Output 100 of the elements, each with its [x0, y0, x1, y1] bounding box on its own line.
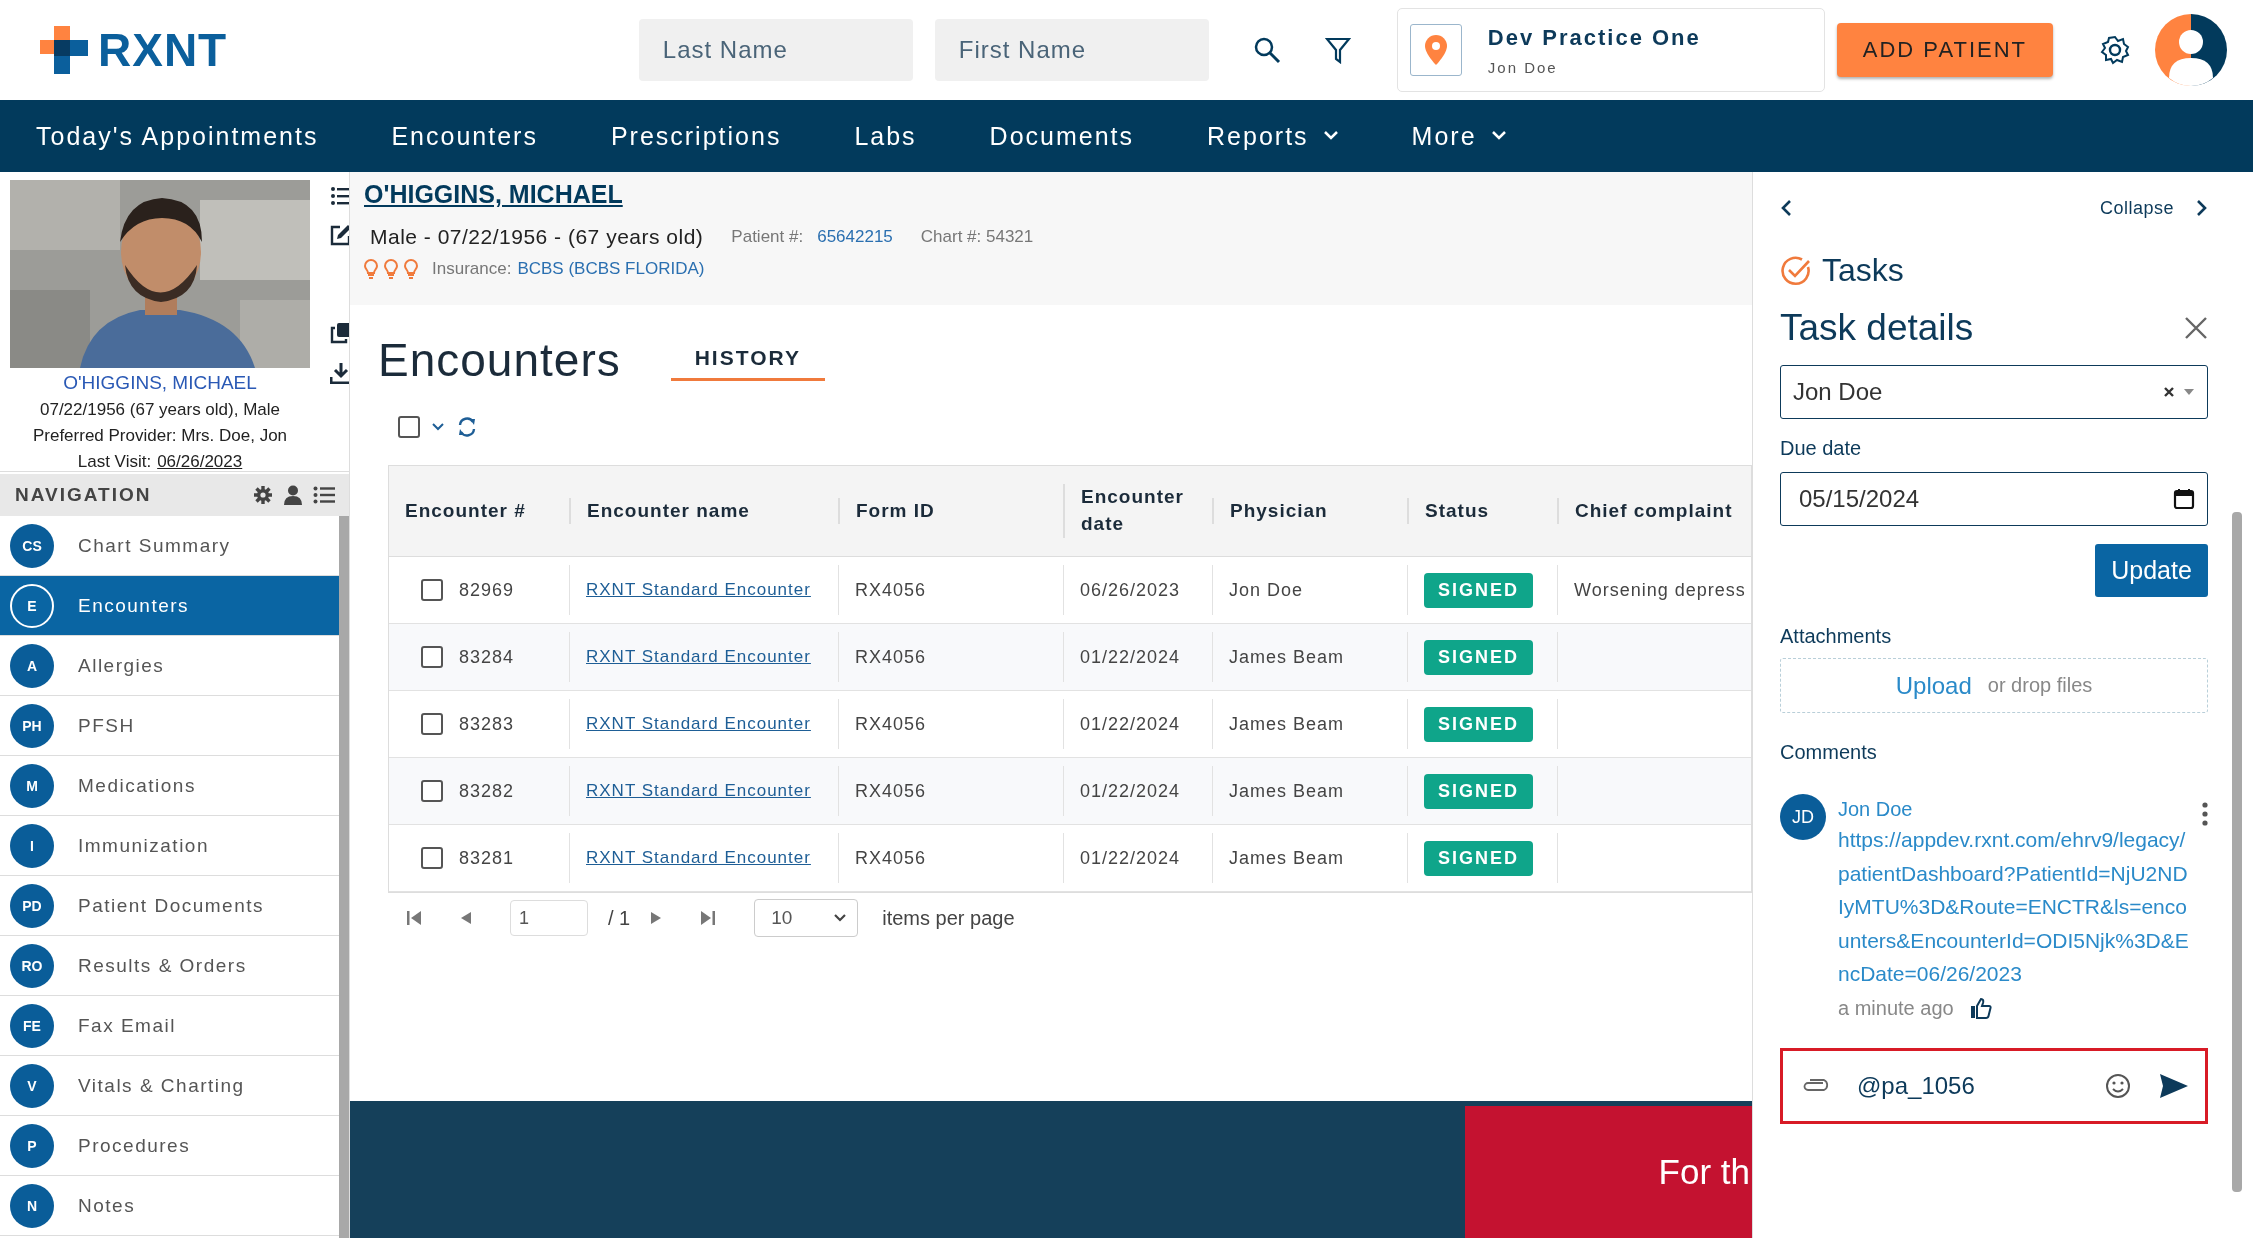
upload-link[interactable]: Upload [1895, 671, 1972, 700]
physician-name: Jon Doe [1229, 579, 1304, 601]
forward-icon[interactable] [2196, 199, 2208, 217]
nav-menu-item[interactable]: Encounters [391, 121, 538, 151]
nav-menu-item[interactable]: Today's Appointments [36, 121, 319, 151]
send-icon[interactable] [2159, 1072, 2189, 1099]
list-icon[interactable] [330, 186, 349, 206]
copy-icon[interactable] [330, 322, 349, 344]
clear-icon[interactable] [2163, 386, 2175, 398]
encounter-name-link[interactable]: RXNT Standard Encounter [586, 580, 811, 600]
select-all-checkbox[interactable] [398, 416, 420, 438]
calendar-icon[interactable] [2173, 488, 2195, 510]
patient-name-link[interactable]: O'HIGGINS, MICHAEL [364, 180, 1738, 209]
status-badge: SIGNED [1424, 572, 1533, 608]
page-size-select[interactable]: 10 [754, 899, 859, 937]
collapse-button[interactable]: Collapse [2093, 196, 2180, 220]
settings-icon[interactable] [253, 485, 273, 505]
search-icon[interactable] [1252, 36, 1281, 64]
preferred-provider: Preferred Provider: Mrs. Doe, Jon [32, 426, 288, 446]
due-date-label: Due date [1780, 437, 1863, 460]
chart-number: Chart #: 54321 [920, 227, 1034, 247]
last-visit: Last Visit: 06/26/2023 [77, 452, 243, 472]
logo-text: RXNT [98, 23, 228, 77]
last-page-icon[interactable] [700, 910, 717, 926]
status-badge: SIGNED [1424, 773, 1533, 809]
practice-name: Dev Practice One [1487, 24, 1701, 51]
navigation-item[interactable]: E Encounters [0, 576, 340, 636]
next-page-icon[interactable] [650, 911, 663, 925]
insurance-label: Insurance: [432, 259, 512, 279]
check-circle-icon [1780, 254, 1812, 287]
encounter-name-link[interactable]: RXNT Standard Encounter [586, 647, 811, 667]
settings-icon[interactable] [2099, 34, 2131, 66]
nav-menu-item[interactable]: Prescriptions [610, 121, 782, 151]
column-header: Status [1407, 497, 1557, 525]
list-icon[interactable] [313, 486, 335, 504]
nav-menu-item[interactable]: More [1411, 121, 1507, 151]
encounter-date: 01/22/2024 [1080, 646, 1181, 668]
refresh-icon[interactable] [456, 416, 478, 438]
close-icon[interactable] [2184, 316, 2208, 340]
comment-text[interactable]: https://appdev.rxnt.com/ehrv9/legacy/patientDashboard?PatientId=NjU2NDIyMTU%3D&Route=ENCTR&ls=encounters&EncounterId=ODI5Njk%3D&EncDate=06/26/2023 [1838, 823, 2190, 991]
scrollbar[interactable] [2232, 512, 2242, 1192]
column-header: Form ID [838, 497, 1063, 525]
encounter-number: 83282 [459, 780, 515, 802]
page-number-field[interactable]: 1 [510, 900, 588, 936]
form-id: RX4056 [855, 713, 927, 735]
promo-banner[interactable]: For th [1465, 1106, 1752, 1238]
encounter-date: 01/22/2024 [1080, 713, 1181, 735]
practice-selector[interactable]: Dev Practice One Jon Doe [1396, 8, 1825, 92]
file-drop-zone[interactable]: Upload or drop files [1780, 658, 2208, 713]
caret-icon [833, 913, 848, 923]
previous-page-icon[interactable] [460, 911, 472, 925]
due-date-field[interactable]: 05/15/2024 [1780, 472, 2208, 526]
page-size-label: items per page [882, 906, 1015, 930]
encounter-date: 06/26/2023 [1080, 579, 1181, 601]
filter-icon[interactable] [1324, 36, 1351, 64]
page-title: Encounters [378, 333, 621, 387]
encounter-name-link[interactable]: RXNT Standard Encounter [586, 714, 811, 734]
scrollbar[interactable] [339, 516, 349, 1238]
insurance-link[interactable]: BCBS (BCBS FLORIDA) [517, 259, 705, 279]
form-id: RX4056 [855, 847, 927, 869]
more-options-icon[interactable] [2202, 802, 2208, 826]
row-checkbox[interactable] [421, 646, 443, 668]
lightbulb-icon [384, 259, 398, 279]
user-avatar-icon[interactable] [2155, 14, 2227, 86]
patient-name-link[interactable]: O'HIGGINS, MICHAEL [63, 372, 257, 394]
first-name-field[interactable]: First Name [934, 19, 1209, 81]
row-checkbox[interactable] [421, 780, 443, 802]
nav-menu-item[interactable]: Documents [989, 121, 1135, 151]
paperclip-icon[interactable] [1801, 1078, 1829, 1093]
add-patient-button[interactable]: ADD PATIENT [1836, 23, 2053, 77]
column-header: Encounter date [1063, 484, 1212, 538]
row-checkbox[interactable] [421, 847, 443, 869]
encounter-name-link[interactable]: RXNT Standard Encounter [586, 848, 811, 868]
nav-menu-item[interactable]: Labs [854, 121, 917, 151]
first-page-icon[interactable] [406, 910, 422, 926]
patient-number-label: Patient #: [731, 227, 804, 247]
row-checkbox[interactable] [421, 579, 443, 601]
thumbs-up-icon[interactable] [1969, 997, 1992, 1020]
tasks-title: Tasks [1822, 252, 1904, 289]
history-tab[interactable]: HISTORY [670, 346, 825, 381]
comment-input[interactable]: @pa_1056 [1780, 1047, 2208, 1124]
physician-name: James Beam [1229, 713, 1345, 735]
status-badge: SIGNED [1424, 840, 1533, 876]
row-checkbox[interactable] [421, 713, 443, 735]
physician-name: James Beam [1229, 847, 1345, 869]
column-header: Chief complaint [1557, 497, 1751, 525]
update-button[interactable]: Update [2095, 544, 2208, 597]
last-name-field[interactable]: Last Name [638, 19, 913, 81]
emoji-icon[interactable] [2105, 1072, 2131, 1099]
person-icon[interactable] [283, 485, 303, 505]
assignee-select[interactable]: Jon Doe [1780, 365, 2208, 419]
caret-icon[interactable] [430, 421, 446, 433]
encounter-name-link[interactable]: RXNT Standard Encounter [586, 781, 811, 801]
back-icon[interactable] [1780, 199, 1792, 217]
comment-author[interactable]: Jon Doe [1838, 798, 2190, 821]
patient-number: 65642215 [817, 227, 893, 247]
download-icon[interactable] [330, 362, 349, 384]
edit-icon[interactable] [330, 224, 349, 246]
column-header: Encounter # [404, 498, 527, 523]
nav-menu-item[interactable]: Reports [1207, 121, 1339, 151]
